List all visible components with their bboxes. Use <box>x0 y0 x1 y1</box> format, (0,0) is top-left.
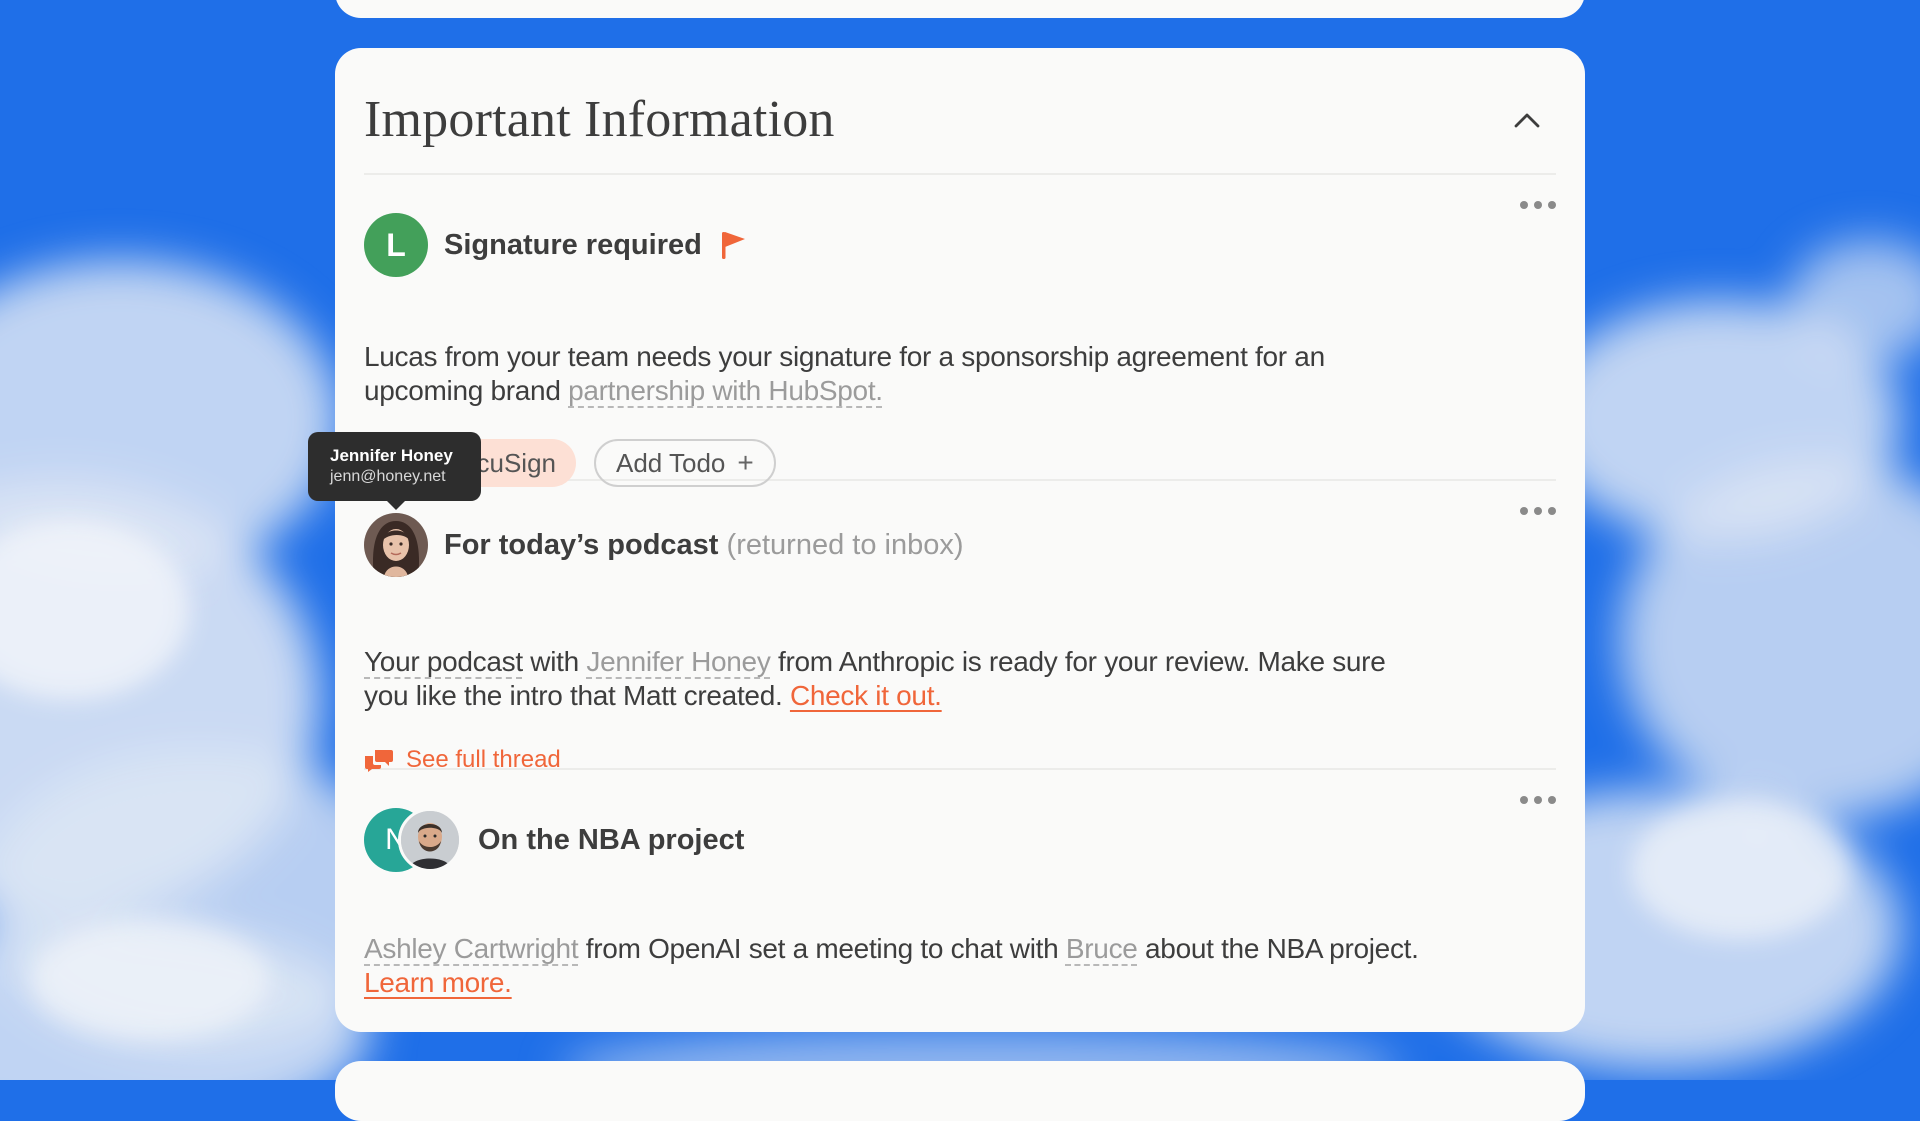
person-link[interactable]: Ashley Cartwright <box>364 933 579 964</box>
important-information-card: Important Information L Signature requir… <box>335 48 1585 1032</box>
item-title: On the NBA project <box>478 823 745 856</box>
more-horizontal-icon <box>1520 507 1528 515</box>
contact-tooltip: Jennifer Honey jenn@honey.net <box>308 432 481 510</box>
item-status: (returned to inbox) <box>726 528 964 561</box>
chevron-up-icon <box>1514 113 1540 128</box>
avatar <box>398 808 462 872</box>
person-photo-icon <box>401 811 459 869</box>
avatar: L <box>364 213 428 277</box>
learn-more-link[interactable]: Learn more. <box>364 967 512 998</box>
collapse-button[interactable] <box>1510 106 1544 134</box>
item-title: For today’s podcast (returned to inbox) <box>444 528 964 561</box>
next-card <box>335 1061 1585 1121</box>
more-horizontal-icon <box>1520 796 1528 804</box>
previous-card <box>335 0 1585 18</box>
more-horizontal-icon <box>1520 201 1528 209</box>
tooltip-email: jenn@honey.net <box>330 468 446 485</box>
section-header: Important Information <box>364 48 1556 175</box>
more-options-button[interactable] <box>1520 501 1556 521</box>
section-title: Important Information <box>364 91 835 148</box>
info-item-nba: N On the NBA project Ashley Cartwright f… <box>364 768 1556 1032</box>
person-photo-icon <box>364 513 428 577</box>
item-title: Signature required <box>444 228 702 261</box>
info-item-signature: L Signature required Lucas from your tea… <box>364 173 1556 487</box>
more-options-button[interactable] <box>1520 790 1556 810</box>
avatar[interactable] <box>364 513 428 577</box>
person-link[interactable]: Jennifer Honey <box>586 646 770 677</box>
info-item-podcast: For today’s podcast (returned to inbox) … <box>364 479 1556 773</box>
item-header: L Signature required <box>364 213 1556 277</box>
item-header: For today’s podcast (returned to inbox) <box>364 513 1556 577</box>
podcast-link[interactable]: Your podcast <box>364 646 523 677</box>
avatar-group: N <box>364 808 462 872</box>
partnership-link[interactable]: partnership with HubSpot. <box>568 375 883 406</box>
item-body: Your podcast with Jennifer Honey from An… <box>364 646 1386 711</box>
item-body: Lucas from your team needs your signatur… <box>364 341 1325 406</box>
check-it-out-link[interactable]: Check it out. <box>790 680 942 711</box>
flag-icon <box>720 230 746 260</box>
plus-icon: + <box>737 447 754 478</box>
person-link[interactable]: Bruce <box>1066 933 1138 964</box>
tooltip-name: Jennifer Honey <box>330 446 453 465</box>
item-header: N On the NBA project <box>364 808 1556 872</box>
more-options-button[interactable] <box>1520 195 1556 215</box>
item-body: Ashley Cartwright from OpenAI set a meet… <box>364 933 1419 998</box>
